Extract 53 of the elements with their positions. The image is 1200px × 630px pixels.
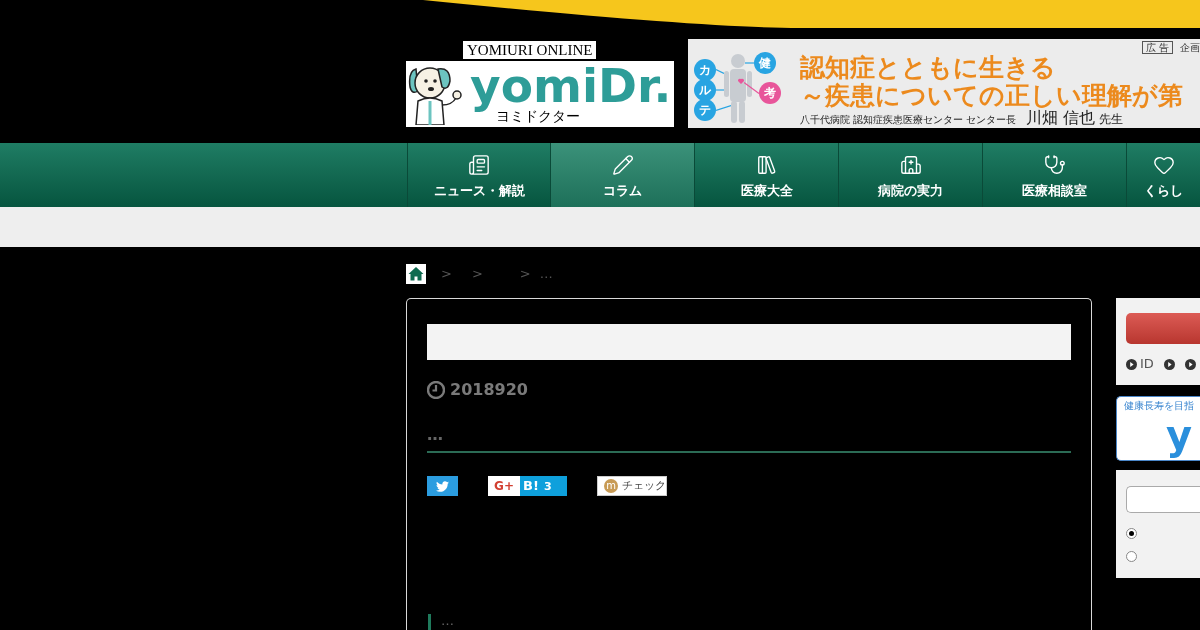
banner-logo: y	[1166, 412, 1193, 459]
text-field[interactable]	[1126, 486, 1200, 513]
share-button[interactable]	[427, 476, 458, 496]
ad-headline: 認知症とともに生きる	[800, 54, 1057, 82]
leader-line	[716, 105, 731, 111]
leader-line	[744, 82, 759, 94]
leader-line	[716, 89, 724, 91]
site-label: YOMIURI ONLINE	[463, 41, 597, 59]
logo-panel[interactable]: yomiDr. ヨミドクター	[406, 61, 674, 127]
pencil-icon	[611, 154, 634, 176]
doctor-honorific: 先生	[1099, 111, 1124, 128]
human-figure-drawing	[724, 54, 752, 123]
nav-tab[interactable]: くらし	[1127, 143, 1200, 207]
article-date: 2018920	[450, 380, 528, 400]
share-button[interactable]: G+	[488, 476, 520, 496]
section-heading: …	[441, 614, 454, 628]
breadcrumb-separator: >	[441, 266, 452, 282]
ad-banner[interactable]: カ ル テ 健 考 広 告 企画 認知症とともに生きる ～疾患についての正しい理解が第 八千代病院 認知症疾患医療センター センター長 川畑 信也 先生	[688, 39, 1200, 128]
sidebar-button[interactable]	[1126, 313, 1200, 344]
heart-icon	[1152, 154, 1175, 176]
nav-tab[interactable]: コラム	[551, 143, 695, 207]
clock-icon	[427, 381, 445, 399]
banner-tagline: 健康長寿を目指	[1124, 400, 1195, 412]
sidebar-banner[interactable]: 健康長寿を目指 y	[1116, 396, 1200, 461]
home-icon[interactable]	[406, 264, 426, 284]
stethoscope-icon	[1043, 154, 1066, 176]
doctor-name: 川畑 信也	[1026, 110, 1096, 126]
breadcrumb-separator: >	[471, 266, 483, 282]
ad-headline: ～疾患についての正しい理解が第	[800, 82, 1184, 110]
breadcrumb-separator: >	[519, 266, 531, 282]
bird-icon	[436, 479, 449, 493]
label-badge: テ	[694, 99, 716, 121]
label-badge: カ	[694, 59, 716, 81]
books-icon	[755, 154, 778, 176]
radio-button[interactable]	[1126, 528, 1137, 539]
label-badge: 考	[759, 82, 781, 104]
sponsor-note: 企画	[1180, 42, 1200, 53]
radio-button[interactable]	[1126, 551, 1137, 562]
label-badge: ル	[694, 79, 716, 101]
letter-badge: m	[604, 479, 618, 493]
article-lead: …	[427, 425, 443, 445]
hospital-icon	[899, 154, 922, 176]
logo-reading: ヨミドクター	[496, 108, 580, 124]
dog-drawing	[408, 66, 462, 125]
leader-line	[716, 69, 724, 74]
sidebar-link[interactable]: ID	[1140, 356, 1154, 372]
check-button[interactable]: m チェック	[597, 476, 667, 496]
leader-line	[745, 62, 754, 64]
check-label: チェック	[622, 479, 666, 493]
ad-affiliation: 八千代病院 認知症疾患医療センター センター長	[800, 113, 1017, 127]
label-badge: 健	[754, 52, 776, 74]
ad-badge: 広 告	[1141, 41, 1173, 54]
newspaper-icon	[468, 154, 490, 176]
